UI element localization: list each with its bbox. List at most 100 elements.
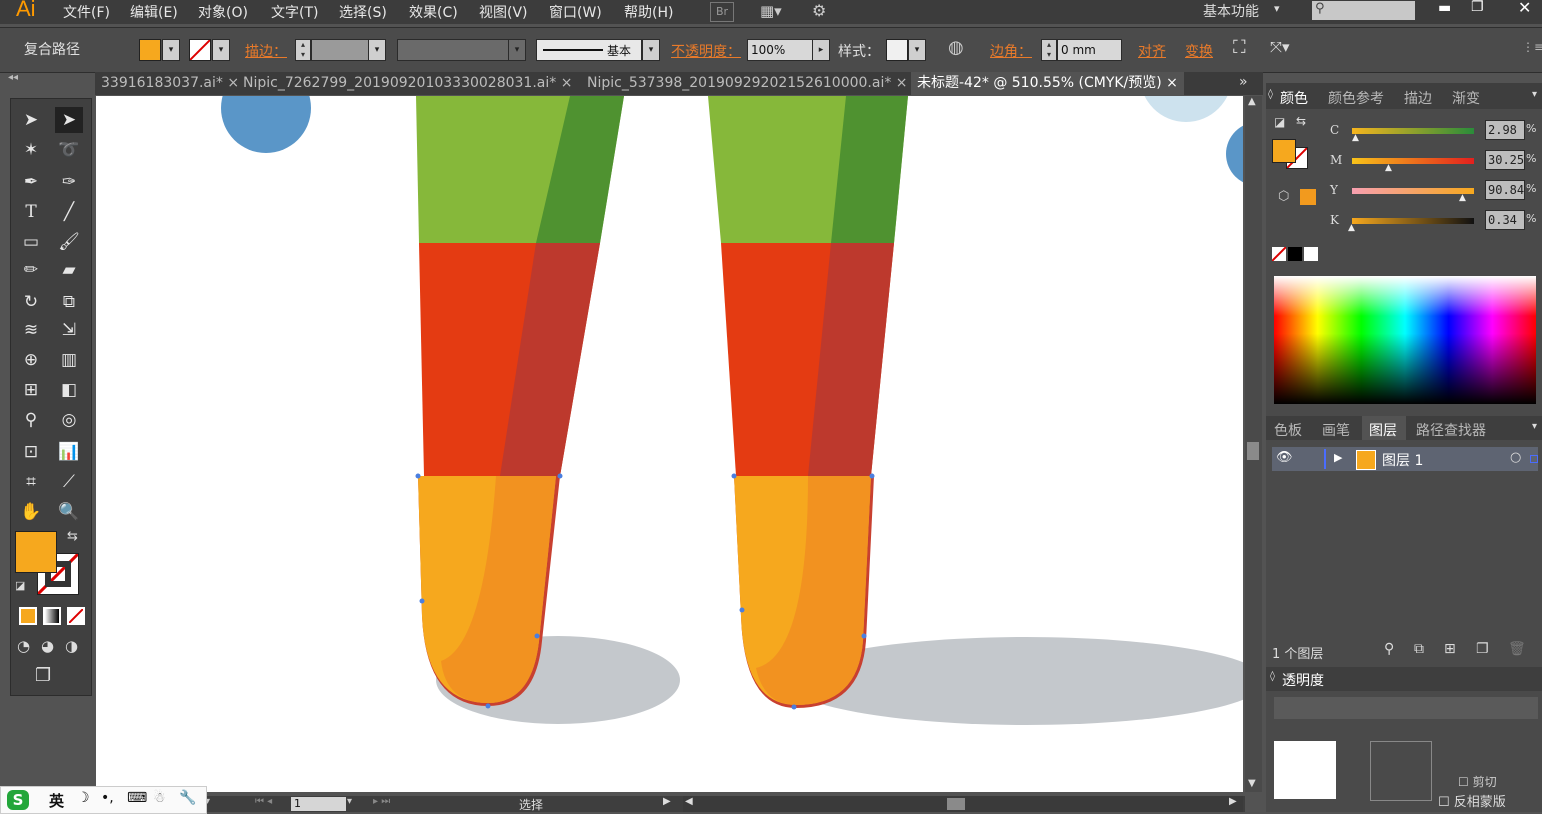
tab-document-3[interactable]: Nipic_537398_20190929202152610000.ai* × <box>581 72 914 95</box>
vertical-scroll-thumb[interactable] <box>1247 442 1259 460</box>
sogou-logo-icon[interactable]: S <box>7 790 29 810</box>
opacity-input[interactable]: 100% <box>747 39 814 61</box>
expand-layer-icon[interactable]: ▶ <box>1334 451 1342 464</box>
tab-layers[interactable]: 图层 <box>1369 420 1397 440</box>
free-transform-tool-icon[interactable]: ⇲ <box>55 317 83 343</box>
channel-k-value[interactable]: 0.34 <box>1485 210 1525 230</box>
gpu-performance-icon[interactable]: ⚙ <box>812 1 826 20</box>
color-spectrum[interactable] <box>1274 276 1536 404</box>
opacity-dropdown[interactable]: ▸ <box>812 39 830 61</box>
paintbrush-tool-icon[interactable]: 🖌 <box>55 229 83 255</box>
eraser-tool-icon[interactable]: ▰ <box>55 257 83 283</box>
stroke-weight-input[interactable] <box>311 39 369 61</box>
next-artboard-icon[interactable]: ▸ ⏭ <box>373 796 390 807</box>
tab-pathfinder[interactable]: 路径查找器 <box>1416 420 1486 440</box>
corner-radius-input[interactable]: 0 mm <box>1057 39 1122 61</box>
channel-y-slider[interactable] <box>1352 188 1474 194</box>
fill-dropdown[interactable]: ▾ <box>162 39 180 61</box>
search-input[interactable]: ⚲ <box>1312 1 1415 20</box>
menu-window[interactable]: 窗口(W) <box>549 2 602 22</box>
tab-overflow-icon[interactable]: » <box>1239 74 1248 90</box>
tab-transparency[interactable]: 透明度 <box>1282 670 1324 690</box>
opacity-mask-slot[interactable] <box>1370 741 1432 801</box>
panel-fill-box[interactable] <box>1272 139 1296 163</box>
punctuation-icon[interactable]: •, <box>101 790 114 806</box>
channel-y-thumb[interactable]: ▲ <box>1459 193 1466 203</box>
menu-object[interactable]: 对象(O) <box>198 2 248 22</box>
make-clipping-mask-icon[interactable]: ⧉ <box>1414 641 1424 657</box>
menu-effect[interactable]: 效果(C) <box>409 2 458 22</box>
tab-swatches[interactable]: 色板 <box>1274 420 1302 440</box>
ime-language-toggle[interactable]: 英 <box>49 790 64 811</box>
gradient-mode-button[interactable] <box>43 607 61 625</box>
stroke-weight-dropdown[interactable]: ▾ <box>368 39 386 61</box>
workspace-dropdown-icon[interactable]: ▾ <box>1274 2 1280 15</box>
channel-m-thumb[interactable]: ▲ <box>1385 163 1392 173</box>
scroll-up-icon[interactable]: ▲ <box>1248 96 1256 107</box>
channel-c-value[interactable]: 2.98 <box>1485 120 1525 140</box>
opacity-label[interactable]: 不透明度： <box>671 41 741 61</box>
width-tool-icon[interactable]: ≋ <box>17 317 45 343</box>
fill-color-box[interactable] <box>15 531 57 573</box>
panel-collapse-icon[interactable]: ◊ <box>1268 89 1273 100</box>
magic-wand-tool-icon[interactable]: ✶ <box>17 137 45 163</box>
column-graph-tool-icon[interactable]: 📊 <box>55 439 83 465</box>
channel-m-value[interactable]: 30.25 <box>1485 150 1525 170</box>
gamut-color-swatch[interactable] <box>1300 189 1316 205</box>
channel-y-value[interactable]: 90.84 <box>1485 180 1525 200</box>
swap-fill-stroke-icon[interactable]: ⇆ <box>1296 114 1306 128</box>
artboard-dropdown[interactable]: ▾ <box>347 796 352 807</box>
tab-color-guide[interactable]: 颜色参考 <box>1328 88 1384 108</box>
workspace-switcher[interactable]: 基本功能 <box>1203 1 1259 21</box>
line-segment-tool-icon[interactable]: ╱ <box>55 199 83 225</box>
scroll-right-icon[interactable]: ▶ <box>1229 796 1237 807</box>
stroke-dropdown[interactable]: ▾ <box>212 39 230 61</box>
graphic-style-dropdown[interactable]: ▾ <box>908 39 926 61</box>
menu-type[interactable]: 文字(T) <box>271 2 318 22</box>
scroll-left-icon[interactable]: ◀ <box>685 796 693 807</box>
new-layer-icon[interactable]: ❐ <box>1476 641 1489 657</box>
first-artboard-icon[interactable]: ⏮ ◂ <box>255 796 272 807</box>
vertical-scrollbar[interactable]: ▲ ▼ <box>1245 96 1262 792</box>
channel-c-thumb[interactable]: ▲ <box>1352 133 1359 143</box>
new-sublayer-icon[interactable]: ⊞ <box>1444 641 1456 657</box>
corner-stepper[interactable]: ▴ ▾ <box>1041 39 1057 61</box>
tab-brushes[interactable]: 画笔 <box>1322 420 1350 440</box>
layer-target-icon[interactable]: ○ <box>1510 450 1521 465</box>
mesh-tool-icon[interactable]: ⊞ <box>17 377 45 403</box>
layer-row[interactable]: 👁 ▶ 图层 1 ○ <box>1272 447 1538 471</box>
scale-tool-icon[interactable]: ⧉ <box>55 289 83 315</box>
distribute-options-icon[interactable]: ⤧▾ <box>1270 38 1290 56</box>
brush-dropdown[interactable]: ▾ <box>642 39 660 61</box>
draw-normal-icon[interactable]: ◔ <box>17 637 30 655</box>
panel-menu-icon[interactable]: ▾ <box>1532 89 1537 100</box>
slice-tool-icon[interactable]: ⟋ <box>55 469 83 495</box>
panel-menu-icon[interactable]: ▾ <box>1532 421 1537 432</box>
selection-tool-icon[interactable]: ➤ <box>17 107 45 133</box>
draw-inside-icon[interactable]: ◑ <box>65 637 78 655</box>
blend-tool-icon[interactable]: ◎ <box>55 407 83 433</box>
draw-behind-icon[interactable]: ◕ <box>41 637 54 655</box>
white-color-button[interactable] <box>1304 247 1318 261</box>
transform-link[interactable]: 变换 <box>1185 41 1213 61</box>
gradient-tool-icon[interactable]: ◧ <box>55 377 83 403</box>
scroll-down-icon[interactable]: ▼ <box>1248 778 1256 789</box>
panel-collapse-icon[interactable]: ◊ <box>1270 671 1275 682</box>
isolate-icon[interactable]: ⛶ <box>1233 37 1246 58</box>
menu-view[interactable]: 视图(V) <box>479 2 528 22</box>
align-link[interactable]: 对齐 <box>1138 41 1166 61</box>
channel-k-thumb[interactable]: ▲ <box>1348 223 1355 233</box>
hand-tool-icon[interactable]: ✋ <box>17 499 45 525</box>
default-colors-icon[interactable]: ◪ <box>15 579 25 592</box>
perspective-grid-tool-icon[interactable]: ▥ <box>55 347 83 373</box>
minimize-button[interactable]: ▬ <box>1438 0 1451 16</box>
menu-file[interactable]: 文件(F) <box>63 2 110 22</box>
direct-selection-tool-icon[interactable]: ➤ <box>55 107 83 133</box>
swap-colors-icon[interactable]: ⇆ <box>67 529 78 544</box>
tab-document-active[interactable]: 未标题-42* @ 510.55% (CMYK/预览) × <box>911 72 1184 95</box>
menu-edit[interactable]: 编辑(E) <box>130 2 178 22</box>
delete-layer-icon[interactable]: 🗑 <box>1508 641 1526 657</box>
variable-width-profile[interactable] <box>397 39 509 61</box>
artboard-canvas[interactable] <box>96 96 1243 792</box>
brush-definition[interactable]: 基本 <box>536 39 642 61</box>
